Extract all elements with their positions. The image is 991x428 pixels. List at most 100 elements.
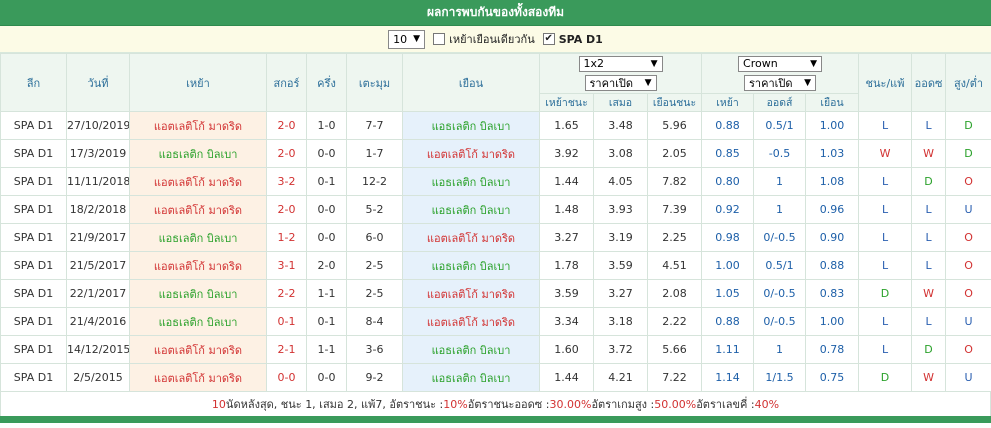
col-date: วันที่ [66,53,130,112]
odds-price-select[interactable]: ราคาเปิด ▼ [584,75,657,92]
league-cell: SPA D1 [0,335,67,364]
away-team-link[interactable]: แอตเลติโก้ มาดริด [402,279,540,308]
over-under-cell: O [945,335,991,364]
result-cell: L [858,223,913,252]
chevron-down-icon: ▼ [644,78,652,89]
company-price-header: ราคาเปิด ▼ [701,73,860,94]
home-team-link[interactable]: แอธเลติก บิลเบา [129,139,267,168]
league-cell: SPA D1 [0,223,67,252]
score-cell: 3-2 [266,167,307,196]
ah-home-odds: 0.88 [701,307,755,336]
table-row: SPA D1 17/3/2019 แอธเลติก บิลเบา 2-0 0-0 1-7 แ… [0,139,991,168]
date-cell: 21/5/2017 [66,251,130,280]
home-team-link[interactable]: แอตเลติโก้ มาดริด [129,363,267,392]
away-team-link[interactable]: แอธเลติก บิลเบา [402,363,540,392]
company-price-select[interactable]: ราคาเปิด ▼ [744,75,817,92]
ah-away-odds: 1.00 [805,307,860,336]
score-cell: 2-0 [266,195,307,224]
away-team-link[interactable]: แอตเลติโก้ มาดริด [402,223,540,252]
league-cell: SPA D1 [0,167,67,196]
chevron-down-icon: ▼ [804,78,812,89]
away-team-link[interactable]: แอตเลติโก้ มาดริด [402,139,540,168]
match-count-select[interactable]: 10 ▼ [388,29,426,49]
corner-cell: 6-0 [346,223,403,252]
ah-line: 1/1.5 [753,363,807,392]
filter-bar: 10 ▼ เหย้าเยือนเดียวกัน ✔ SPA D1 [0,26,991,53]
draw-odds: 3.93 [593,195,648,224]
summary-text2: อัตราชนะออดซ : [467,398,550,411]
away-win-odds: 7.39 [646,195,703,224]
home-team-link[interactable]: แอธเลติก บิลเบา [129,223,267,252]
col-draw: เสมอ [593,93,648,112]
h2h-rows: SPA D1 27/10/2019 แอตเลติโก้ มาดริด 2-0 1-0 7… [0,111,991,392]
result-cell: D [858,279,913,308]
col-ah-line: ออดส์ [753,93,807,112]
company-price-value: ราคาเปิด [749,77,793,91]
league-cell: SPA D1 [0,139,67,168]
checkbox-icon[interactable] [433,33,446,45]
corner-cell: 2-5 [346,279,403,308]
same-venue-checkbox[interactable]: เหย้าเยือนเดียวกัน [433,30,535,48]
col-half: ครึ่ง [306,53,347,112]
col-corner: เตะมุม [346,53,403,112]
draw-odds: 4.05 [593,167,648,196]
h2h-table: ลีก วันที่ เหย้า สกอร์ ครึ่ง เตะมุม เยือ… [0,53,991,392]
over-under-cell: D [945,139,991,168]
table-row: SPA D1 2/5/2015 แอตเลติโก้ มาดริด 0-0 0-0 9-2… [0,363,991,392]
chevron-down-icon: ▼ [810,58,818,69]
corner-cell: 9-2 [346,363,403,392]
home-team-link[interactable]: แอธเลติก บิลเบา [129,307,267,336]
home-team-link[interactable]: แอตเลติโก้ มาดริด [129,195,267,224]
away-win-odds: 5.66 [646,335,703,364]
odds-type-select[interactable]: 1x2 ▼ [578,55,663,72]
result-cell: D [858,363,913,392]
over-under-cell: O [945,251,991,280]
summary-odd-rate: 40% [754,397,780,411]
half-cell: 0-1 [306,307,347,336]
company-value: Crown [743,57,778,71]
date-cell: 2/5/2015 [66,363,130,392]
company-select[interactable]: Crown ▼ [738,55,823,72]
over-under-cell: D [945,111,991,140]
table-row: SPA D1 22/1/2017 แอธเลติก บิลเบา 2-2 1-1 2-5 แ… [0,279,991,308]
home-team-link[interactable]: แอธเลติก บิลเบา [129,279,267,308]
home-win-odds: 1.65 [539,111,594,140]
summary-text4: อัตราเลขคี่ : [696,398,755,411]
home-team-link[interactable]: แอตเลติโก้ มาดริด [129,167,267,196]
ah-away-odds: 0.90 [805,223,860,252]
ah-away-odds: 1.00 [805,111,860,140]
col-league: ลีก [0,53,67,112]
ah-result-cell: L [911,307,947,336]
away-team-link[interactable]: แอธเลติก บิลเบา [402,335,540,364]
draw-odds: 3.27 [593,279,648,308]
summary-text1: นัดหลังสุด, ชนะ 1, เสมอ 2, แพ้7, อัตราชน… [225,398,444,411]
score-cell: 3-1 [266,251,307,280]
home-win-odds: 3.92 [539,139,594,168]
col-away: เยือน [402,53,540,112]
away-team-link[interactable]: แอตเลติโก้ มาดริด [402,307,540,336]
draw-odds: 3.19 [593,223,648,252]
home-team-link[interactable]: แอตเลติโก้ มาดริด [129,111,267,140]
score-cell: 1-2 [266,223,307,252]
checkbox-checked-icon[interactable]: ✔ [542,33,555,45]
away-team-link[interactable]: แอธเลติก บิลเบา [402,195,540,224]
away-team-link[interactable]: แอธเลติก บิลเบา [402,111,540,140]
ah-result-cell: L [911,195,947,224]
away-team-link[interactable]: แอธเลติก บิลเบา [402,251,540,280]
ah-away-odds: 0.96 [805,195,860,224]
table-row: SPA D1 14/12/2015 แอตเลติโก้ มาดริด 2-1 1-1 3… [0,335,991,364]
draw-odds: 3.48 [593,111,648,140]
home-win-odds: 3.34 [539,307,594,336]
home-team-link[interactable]: แอตเลติโก้ มาดริด [129,251,267,280]
away-team-link[interactable]: แอธเลติก บิลเบา [402,167,540,196]
ah-line: -0.5 [753,139,807,168]
home-win-odds: 3.59 [539,279,594,308]
league-checkbox[interactable]: ✔ SPA D1 [542,33,603,46]
col-away-win: เยือนชนะ [646,93,703,112]
odds-type-value: 1x2 [583,57,605,71]
home-team-link[interactable]: แอตเลติโก้ มาดริด [129,335,267,364]
ah-away-odds: 0.75 [805,363,860,392]
home-win-odds: 1.44 [539,363,594,392]
summary-count: 10 [211,397,226,411]
col-home: เหย้า [129,53,267,112]
